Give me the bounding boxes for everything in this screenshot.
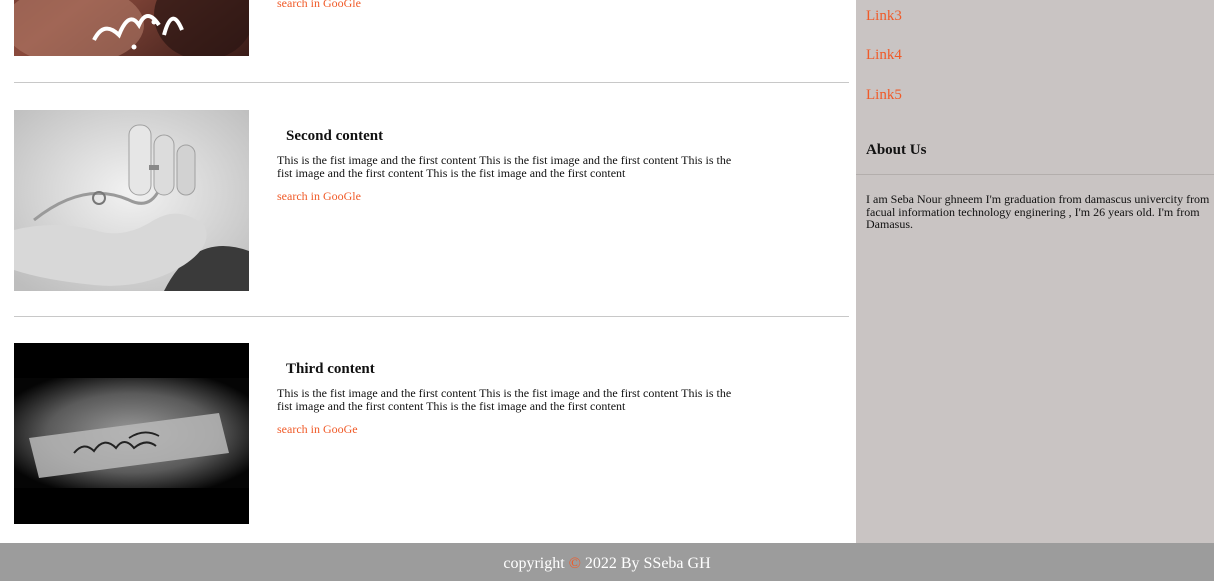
footer-copyright-year: 2022 By SSeba GH: [584, 555, 711, 572]
main-content: search in GooGle Second content This is …: [0, 0, 856, 543]
footer: copyright © 2022 By SSeba GH: [0, 543, 1214, 581]
article-image: [14, 110, 249, 291]
sidebar-link-3[interactable]: Link3: [866, 7, 902, 25]
arabic-calligraphy-photo: [14, 0, 249, 56]
article-image: [14, 343, 249, 524]
arabic-text-on-paper-photo: [14, 343, 249, 524]
copyright-icon: ©: [568, 555, 581, 572]
footer-copyright-label: copyright: [503, 555, 565, 572]
page: search in GooGle Second content This is …: [0, 0, 1214, 581]
about-us-title: About Us: [866, 142, 927, 158]
sidebar-link-4[interactable]: Link4: [866, 46, 902, 64]
article-image: [14, 0, 249, 56]
article-link[interactable]: search in GooGle: [277, 189, 361, 203]
article-link[interactable]: search in GooGle: [277, 0, 361, 10]
divider: [856, 174, 1214, 175]
article-title: Third content: [286, 361, 375, 377]
sidebar: Link3 Link4 Link5 About Us I am Seba Nou…: [856, 0, 1214, 546]
article-title: Second content: [286, 128, 384, 144]
article-body: This is the fist image and the first con…: [277, 153, 732, 180]
sidebar-link-5[interactable]: Link5: [866, 86, 902, 104]
article-text: search in GooGle: [277, 0, 747, 12]
divider: [14, 316, 849, 317]
article-body: This is the fist image and the first con…: [277, 386, 732, 413]
pinky-promise-hands-photo: [14, 110, 249, 291]
article-text: Second content This is the fist image an…: [277, 127, 747, 205]
about-us-text: I am Seba Nour ghneem I'm graduation fro…: [866, 192, 1210, 231]
article-text: Third content This is the fist image and…: [277, 360, 747, 438]
article-link[interactable]: search in GooGe: [277, 422, 358, 436]
divider: [14, 82, 849, 83]
